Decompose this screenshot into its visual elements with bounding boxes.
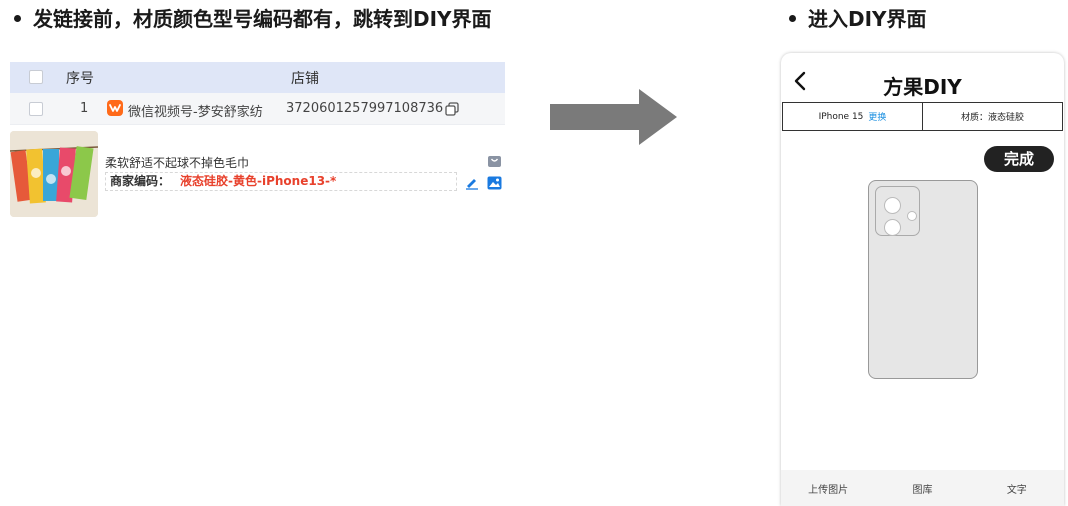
select-all-checkbox[interactable] bbox=[29, 70, 43, 84]
product-thumbnail[interactable] bbox=[10, 131, 98, 217]
wechat-channels-icon bbox=[107, 100, 123, 116]
change-model-link[interactable]: 更换 bbox=[868, 110, 886, 123]
done-button[interactable]: 完成 bbox=[984, 146, 1054, 172]
table-header: 序号 店铺 bbox=[10, 62, 505, 93]
column-header-shop: 店铺 bbox=[291, 71, 319, 87]
model-label: IPhone 15 bbox=[818, 111, 864, 122]
options-bar: IPhone 15 更换 材质：液态硅胶 bbox=[782, 102, 1063, 131]
text-tool[interactable]: 文字 bbox=[970, 470, 1064, 506]
camera-lens bbox=[884, 219, 901, 236]
right-arrow-icon bbox=[549, 89, 679, 145]
image-icon[interactable] bbox=[487, 175, 502, 190]
merchant-code-field[interactable]: 商家编码： 液态硅胶-黄色-iPhone13-* bbox=[105, 172, 457, 191]
bullet-dot bbox=[14, 15, 21, 22]
table-row[interactable]: 1 微信视频号-梦安舒家纺 3720601257997108736 bbox=[10, 93, 505, 125]
left-section-heading: 发链接前，材质颜色型号编码都有，跳转到DIY界面 bbox=[14, 3, 492, 32]
material-label: 材质：液态硅胶 bbox=[960, 113, 1024, 123]
copy-icon[interactable] bbox=[445, 102, 459, 116]
merchant-code-value: 液态硅胶-黄色-iPhone13-* bbox=[180, 174, 337, 188]
bullet-dot bbox=[789, 15, 796, 22]
camera-lens bbox=[884, 197, 901, 214]
material-option[interactable]: 材质：液态硅胶 bbox=[922, 103, 1062, 130]
model-option: IPhone 15 更换 bbox=[783, 103, 922, 130]
shopping-bag-icon[interactable] bbox=[487, 153, 502, 167]
right-section-heading: 进入DIY界面 bbox=[789, 3, 927, 32]
phone-case-preview[interactable] bbox=[868, 180, 978, 379]
upload-image-tool[interactable]: 上传图片 bbox=[781, 470, 875, 506]
row-number: 1 bbox=[80, 101, 89, 116]
camera-flash bbox=[907, 211, 917, 221]
column-header-no: 序号 bbox=[66, 71, 94, 87]
merchant-code-label: 商家编码： bbox=[110, 174, 171, 188]
camera-module bbox=[875, 186, 920, 236]
shop-id: 3720601257997108736 bbox=[286, 101, 444, 116]
row-checkbox[interactable] bbox=[29, 102, 43, 116]
edit-icon[interactable] bbox=[465, 175, 479, 190]
product-item: 柔软舒适不起球不掉色毛巾 商家编码： 液态硅胶-黄色-iPhone13-* bbox=[10, 131, 505, 219]
left-heading-text: 发链接前，材质颜色型号编码都有，跳转到DIY界面 bbox=[33, 7, 492, 31]
product-title: 柔软舒适不起球不掉色毛巾 bbox=[105, 156, 250, 170]
bottom-toolbar: 上传图片 图库 文字 bbox=[781, 470, 1064, 506]
diy-phone-screen: 方果DIY IPhone 15 更换 材质：液态硅胶 完成 上传图片 图库 文字 bbox=[781, 53, 1064, 506]
page-title: 方果DIY bbox=[883, 75, 962, 99]
order-table: 序号 店铺 1 微信视频号-梦安舒家纺 3720601257997108736 bbox=[10, 62, 505, 125]
shop-name: 微信视频号-梦安舒家纺 bbox=[128, 105, 263, 120]
right-heading-text: 进入DIY界面 bbox=[808, 7, 927, 31]
gallery-tool[interactable]: 图库 bbox=[875, 470, 969, 506]
